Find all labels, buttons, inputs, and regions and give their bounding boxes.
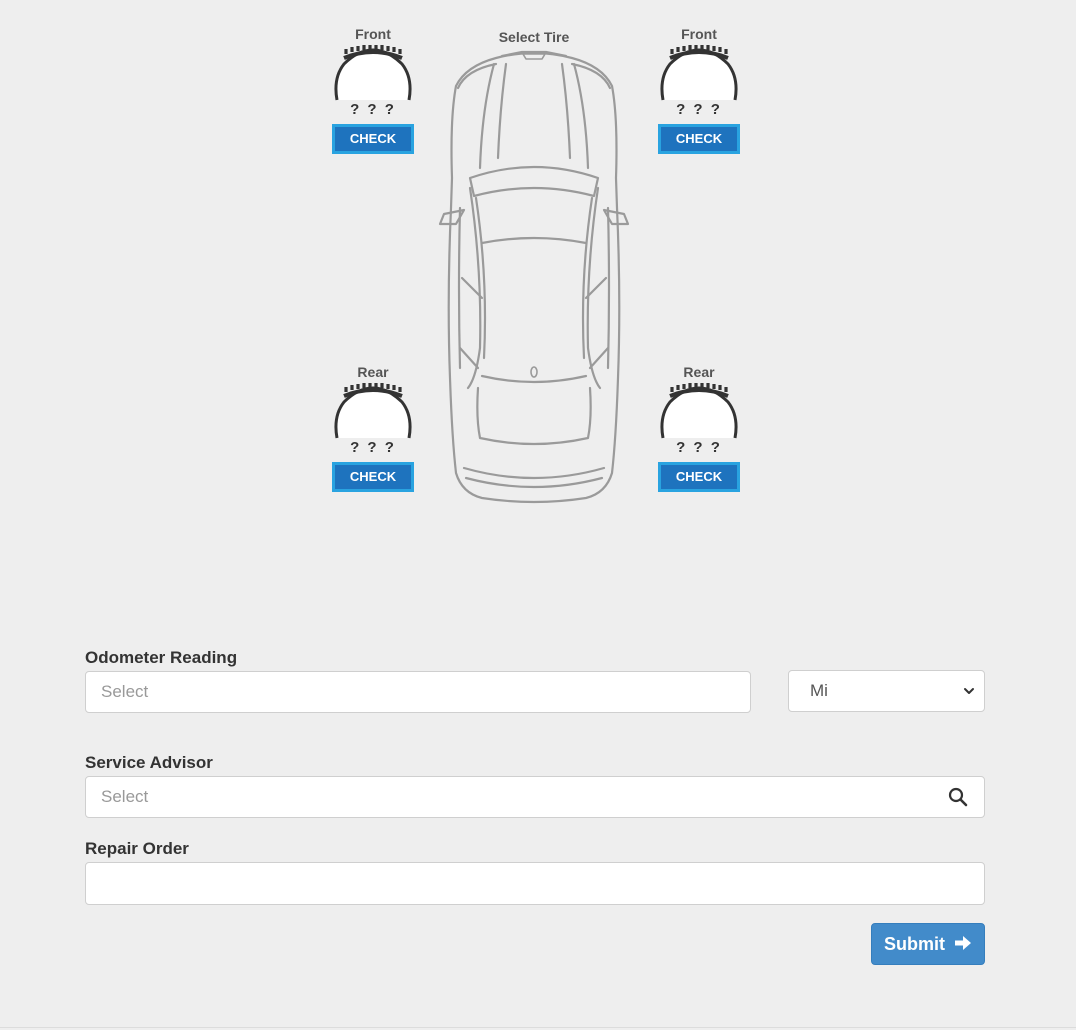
check-button[interactable]: CHECK bbox=[332, 124, 414, 154]
tire-icon bbox=[334, 383, 412, 439]
search-icon[interactable] bbox=[948, 787, 968, 807]
chevron-down-icon bbox=[964, 688, 974, 694]
check-button[interactable]: CHECK bbox=[658, 462, 740, 492]
tire-position-label: Front bbox=[681, 26, 717, 42]
odometer-label: Odometer Reading bbox=[85, 648, 238, 667]
check-button[interactable]: CHECK bbox=[332, 462, 414, 492]
tire-icon bbox=[660, 383, 738, 439]
tire-position-label: Rear bbox=[357, 364, 389, 380]
tire-icon bbox=[334, 45, 412, 101]
tire-value: ? ? ? bbox=[676, 101, 722, 118]
tire-front-right[interactable]: Front ? ? ? CHECK bbox=[658, 26, 740, 154]
select-tire-title: Select Tire bbox=[498, 29, 570, 45]
repair-order-input[interactable] bbox=[85, 862, 985, 905]
submit-button[interactable]: Submit bbox=[871, 923, 985, 965]
tire-rear-left[interactable]: Rear ? ? ? CHECK bbox=[332, 364, 414, 492]
tire-selector: Select Tire Front ? ? ? CHECK Front ? ? … bbox=[0, 0, 1076, 560]
service-advisor-placeholder: Select bbox=[101, 787, 149, 806]
service-advisor-label: Service Advisor bbox=[85, 753, 213, 772]
repair-order-label: Repair Order bbox=[85, 839, 189, 858]
tire-value: ? ? ? bbox=[350, 101, 396, 118]
tire-position-label: Front bbox=[355, 26, 391, 42]
car-top-view-icon bbox=[438, 50, 630, 504]
tire-rear-right[interactable]: Rear ? ? ? CHECK bbox=[658, 364, 740, 492]
odometer-input[interactable]: Select bbox=[85, 671, 751, 713]
tire-value: ? ? ? bbox=[676, 439, 722, 456]
page: Select Tire Front ? ? ? CHECK Front ? ? … bbox=[0, 0, 1076, 1030]
page-bottom-divider bbox=[0, 1027, 1076, 1028]
tire-value: ? ? ? bbox=[350, 439, 396, 456]
tire-front-left[interactable]: Front ? ? ? CHECK bbox=[332, 26, 414, 154]
odometer-unit-value: Mi bbox=[810, 681, 828, 700]
odometer-placeholder: Select bbox=[101, 682, 149, 701]
odometer-unit-select[interactable]: Mi bbox=[788, 670, 985, 712]
arrow-right-icon bbox=[955, 936, 971, 951]
service-advisor-input[interactable]: Select bbox=[85, 776, 985, 818]
submit-label: Submit bbox=[883, 934, 945, 954]
check-button[interactable]: CHECK bbox=[658, 124, 740, 154]
tire-position-label: Rear bbox=[683, 364, 715, 380]
tire-icon bbox=[660, 45, 738, 101]
